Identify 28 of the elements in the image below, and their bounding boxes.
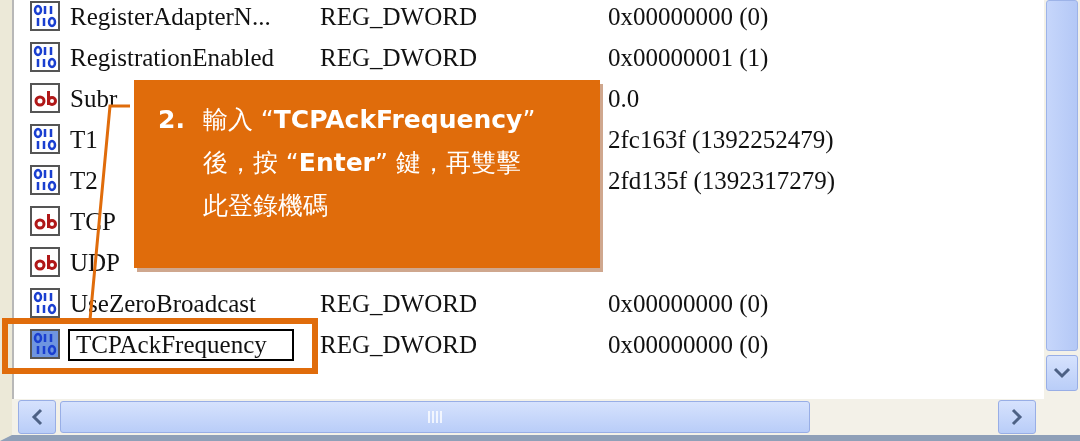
- value-data: 2fc163f (1392252479): [607, 125, 834, 154]
- value-type: REG_DWORD: [319, 43, 477, 72]
- value-name[interactable]: Subr: [62, 84, 118, 113]
- scroll-left-button[interactable]: [18, 400, 56, 434]
- value-name[interactable]: T2: [62, 166, 98, 195]
- value-data: 0x00000000 (0): [607, 2, 769, 31]
- value-type: REG_DWORD: [319, 289, 477, 318]
- value-type: REG_DWORD: [319, 330, 477, 359]
- step-number: 2.: [158, 104, 185, 136]
- value-type: REG_DWORD: [319, 2, 477, 31]
- callout-text: 輸入 “TCPAckFrequency” 後，按 “Enter” 鍵，再雙擊 此登錄機碼: [202, 104, 536, 222]
- value-name[interactable]: T1: [62, 125, 98, 154]
- value-name[interactable]: RegisterAdapterN...: [62, 2, 271, 31]
- grip-icon: [427, 410, 443, 424]
- chevron-left-icon: [31, 408, 43, 426]
- value-data: 2fd135f (1392317279): [607, 166, 836, 195]
- value-data: 0.0: [607, 84, 640, 113]
- name-edit-field[interactable]: TCPAckFrequency: [68, 328, 294, 361]
- value-data: 0x00000001 (1): [607, 43, 769, 72]
- scroll-right-button[interactable]: [998, 400, 1036, 434]
- scroll-down-button[interactable]: [1046, 355, 1078, 391]
- scrollbar-thumb[interactable]: [1046, 0, 1078, 351]
- chevron-right-icon: [1011, 408, 1023, 426]
- value-name[interactable]: RegistrationEnabled: [62, 43, 275, 72]
- chevron-down-icon: [1053, 367, 1071, 379]
- value-data: 0x00000000 (0): [607, 330, 769, 359]
- scrollbar-thumb[interactable]: [60, 401, 810, 433]
- value-data: 0x00000000 (0): [607, 289, 769, 318]
